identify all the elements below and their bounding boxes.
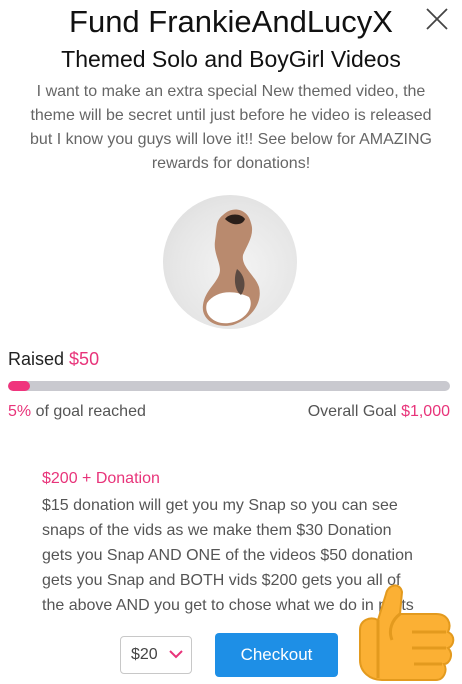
goal-value: $1,000	[401, 403, 450, 420]
progress-fill	[8, 381, 31, 391]
avatar	[163, 195, 297, 329]
percent-label: of goal reached	[31, 403, 146, 420]
percent-value: 5%	[8, 403, 32, 420]
raised-label: Raised	[8, 349, 65, 369]
goal-label: Overall Goal	[307, 403, 397, 420]
raised-amount: Raised $50	[8, 349, 99, 370]
raised-value: $50	[69, 349, 100, 369]
amount-select[interactable]: $20	[120, 636, 192, 674]
progress-bar	[8, 381, 450, 391]
overall-goal: Overall Goal $1,000	[308, 403, 450, 421]
chevron-down-icon	[169, 650, 183, 659]
reward-title[interactable]: $200 + Donation	[42, 470, 160, 488]
amount-value: $20	[131, 646, 158, 663]
checkout-button[interactable]: Checkout	[215, 633, 338, 677]
percent-reached: 5% of goal reached	[8, 403, 146, 421]
campaign-subtitle: Themed Solo and BoyGirl Videos	[61, 46, 401, 72]
page-title: Fund FrankieAndLucyX	[69, 4, 393, 39]
campaign-description: I want to make an extra special New them…	[30, 83, 432, 172]
thumbs-up-emoji	[359, 584, 455, 681]
